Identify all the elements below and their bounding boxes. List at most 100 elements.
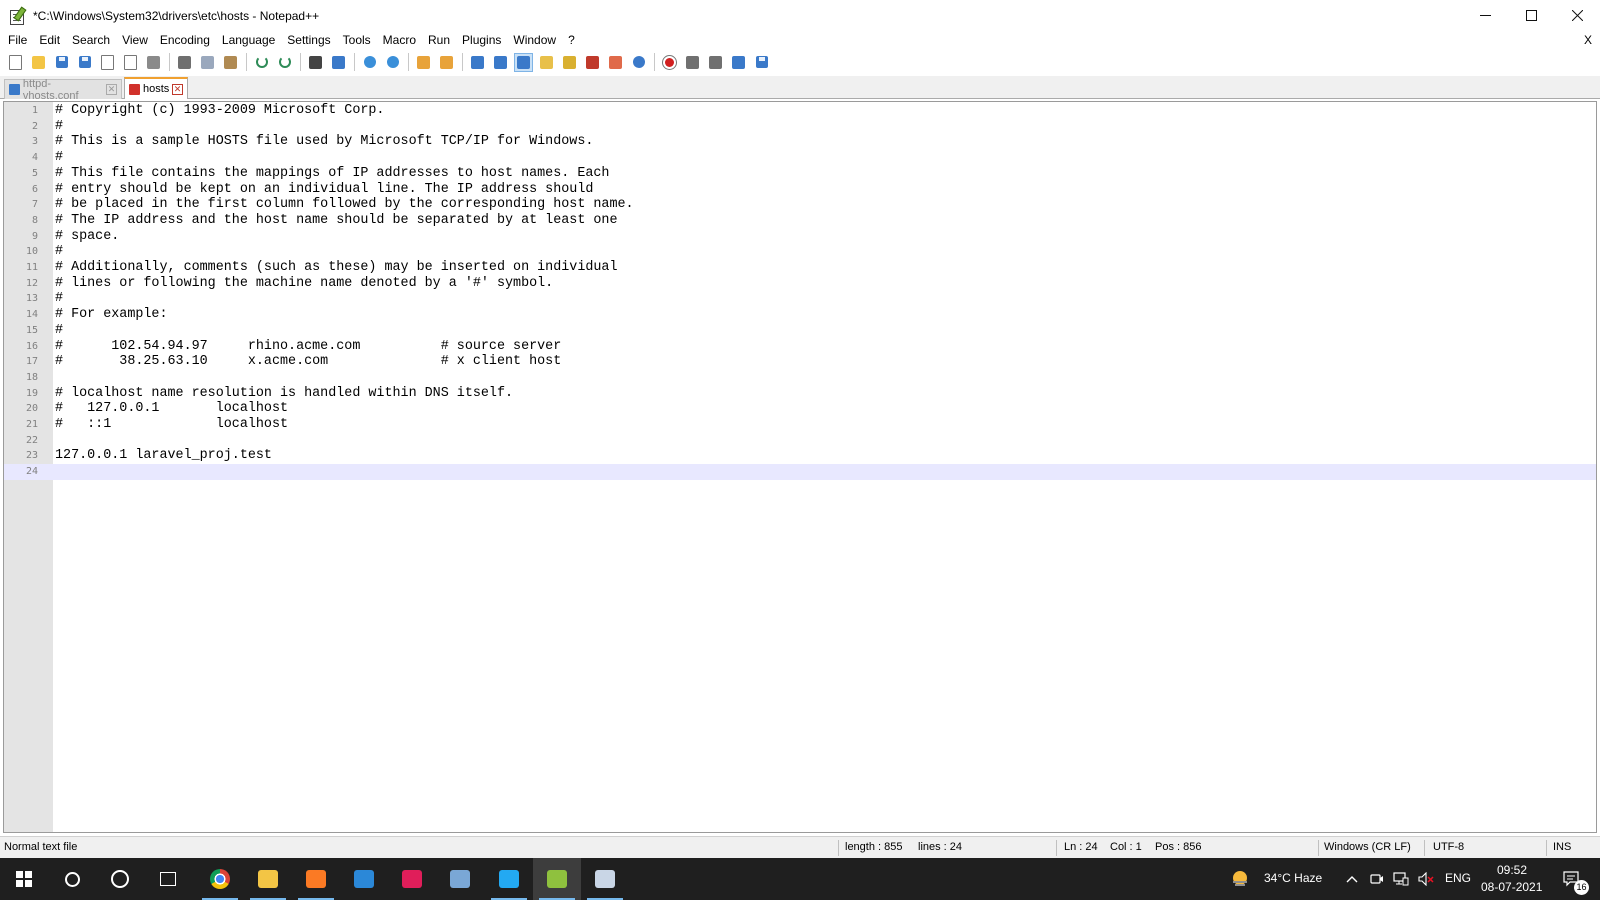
editor-line[interactable]: 5 # This file contains the mappings of IP… [4,166,1596,182]
line-text[interactable]: # entry should be kept on an individual … [55,182,593,198]
line-text[interactable]: # localhost name resolution is handled w… [55,386,513,402]
menu-search[interactable]: Search [66,31,116,50]
tab-close-icon[interactable]: ✕ [172,83,183,95]
indent-guide-button[interactable] [514,52,533,72]
slack-app[interactable] [388,858,436,900]
editor-line[interactable]: 24 [4,464,1596,481]
network-button[interactable] [1389,858,1413,900]
copy-button[interactable] [198,53,217,72]
line-text[interactable]: # lines or following the machine name de… [55,276,553,292]
volume-button[interactable] [1414,858,1438,900]
folder-as-workspace-button[interactable] [606,53,625,72]
line-text[interactable]: # [55,119,63,135]
menu-tools[interactable]: Tools [337,31,377,50]
menu-plugins[interactable]: Plugins [456,31,507,50]
line-text[interactable]: # 38.25.63.10 x.acme.com # x client host [55,354,561,370]
file-explorer-app[interactable] [244,858,292,900]
sync-vertical-button[interactable] [414,53,433,72]
line-text[interactable]: # be placed in the first column followed… [55,197,634,213]
show-hidden-icons-button[interactable] [1340,858,1364,900]
line-text[interactable]: # space. [55,229,119,245]
menu-window[interactable]: Window [507,31,562,50]
replace-button[interactable] [329,53,348,72]
editor-line[interactable]: 10 # [4,244,1596,260]
vscode-app[interactable] [485,858,533,900]
editor-line[interactable]: 12 # lines or following the machine name … [4,276,1596,292]
word-wrap-button[interactable] [468,53,487,72]
line-text[interactable]: # [55,244,63,260]
line-text[interactable]: # [55,150,63,166]
clock-time[interactable]: 09:52 [1497,863,1527,877]
show-all-characters-button[interactable] [491,53,510,72]
close-document-button[interactable]: X [1584,31,1592,50]
store-app[interactable] [340,858,388,900]
tab-hosts[interactable]: hosts ✕ [124,77,188,99]
action-center-button[interactable]: 16 [1552,858,1592,900]
zoom-out-button[interactable] [383,53,402,72]
tab-httpd-vhosts-conf[interactable]: httpd-vhosts.conf ✕ [4,78,122,102]
minimize-button[interactable] [1462,0,1508,31]
menu-encoding[interactable]: Encoding [154,31,216,50]
editor-line[interactable]: 4 # [4,150,1596,166]
close-window-button[interactable] [1554,0,1600,31]
editor-line[interactable]: 21 # ::1 localhost [4,417,1596,433]
find-button[interactable] [306,53,325,72]
line-text[interactable]: # 127.0.0.1 localhost [55,401,288,417]
new-file-button[interactable] [6,53,25,72]
editor-line[interactable]: 1 # Copyright (c) 1993-2009 Microsoft Cor… [4,103,1596,119]
menu-language[interactable]: Language [216,31,281,50]
xampp-app[interactable] [292,858,340,900]
paint-app[interactable] [436,858,484,900]
tab-close-icon[interactable]: ✕ [106,84,118,95]
line-text[interactable]: # Copyright (c) 1993-2009 Microsoft Corp… [55,103,384,119]
open-file-button[interactable] [29,53,48,72]
input-language[interactable]: ENG [1445,871,1471,885]
chrome-app[interactable] [196,858,244,900]
clock-date[interactable]: 08-07-2021 [1481,880,1542,894]
menu-settings[interactable]: Settings [281,31,336,50]
notepadpp-app[interactable] [533,858,581,900]
play-macro-button[interactable] [706,53,725,72]
editor-line[interactable]: 13 # [4,291,1596,307]
editor-line[interactable]: 19 # localhost name resolution is handled… [4,386,1596,402]
save-button[interactable] [52,53,71,72]
line-text[interactable]: # For example: [55,307,168,323]
menu-macro[interactable]: Macro [377,31,422,50]
meet-now-button[interactable] [1366,858,1388,900]
editor-line[interactable]: 7 # be placed in the first column followe… [4,197,1596,213]
save-macro-button[interactable] [752,53,771,72]
editor-line[interactable]: 8 # The IP address and the host name shou… [4,213,1596,229]
editor-line[interactable]: 15 # [4,323,1596,339]
sync-horizontal-button[interactable] [437,53,456,72]
line-text[interactable]: # This is a sample HOSTS file used by Mi… [55,134,593,150]
line-text[interactable]: 127.0.0.1 laravel_proj.test [55,448,272,464]
editor-line[interactable]: 9 # space. [4,229,1596,245]
line-text[interactable]: # This file contains the mappings of IP … [55,166,609,182]
print-button[interactable] [144,53,163,72]
status-eol-format[interactable]: Windows (CR LF) [1324,837,1411,858]
editor-line[interactable]: 2 # [4,119,1596,135]
cut-button[interactable] [175,53,194,72]
line-text[interactable]: # [55,291,63,307]
line-text[interactable]: # The IP address and the host name shoul… [55,213,618,229]
close-button[interactable] [98,53,117,72]
line-text[interactable]: # Additionally, comments (such as these)… [55,260,618,276]
editor-line[interactable]: 3 # This is a sample HOSTS file used by M… [4,134,1596,150]
editor-line[interactable]: 16 # 102.54.94.97 rhino.acme.com # source… [4,339,1596,355]
menu-view[interactable]: View [116,31,154,50]
editor-line[interactable]: 23 127.0.0.1 laravel_proj.test [4,448,1596,464]
function-list-button[interactable] [583,53,602,72]
zoom-in-button[interactable] [360,53,379,72]
user-defined-language-button[interactable] [537,53,556,72]
task-view-button[interactable] [144,858,192,900]
editor-line[interactable]: 11 # Additionally, comments (such as thes… [4,260,1596,276]
line-text[interactable]: # [55,323,63,339]
line-text[interactable]: # 102.54.94.97 rhino.acme.com # source s… [55,339,561,355]
editor-line[interactable]: 17 # 38.25.63.10 x.acme.com # x client ho… [4,354,1596,370]
save-all-button[interactable] [75,53,94,72]
undo-button[interactable] [252,53,271,72]
menu-edit[interactable]: Edit [33,31,66,50]
line-text[interactable]: # ::1 localhost [55,417,288,433]
editor-line[interactable]: 6 # entry should be kept on an individual… [4,182,1596,198]
status-insert-mode[interactable]: INS [1553,837,1571,858]
